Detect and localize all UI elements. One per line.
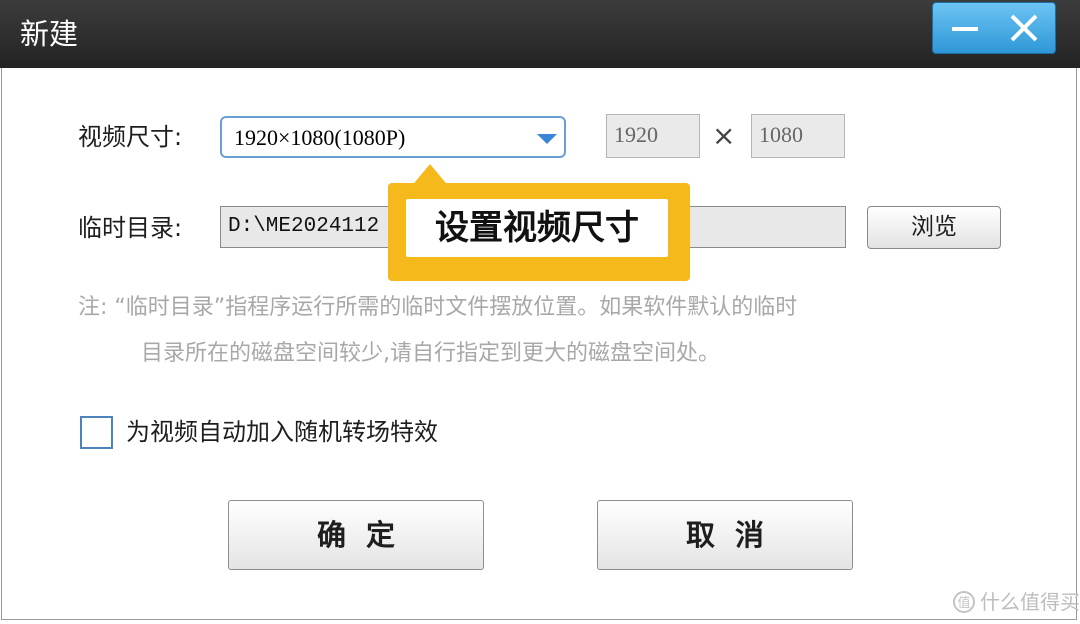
watermark-text: 什么值得买 <box>980 590 1080 614</box>
width-input[interactable]: 1920 <box>606 114 700 158</box>
browse-button[interactable]: 浏览 <box>867 206 1001 249</box>
dialog-title: 新建 <box>20 17 79 51</box>
minimize-icon <box>952 27 978 31</box>
minimize-button[interactable] <box>935 7 993 49</box>
note-line-2: 目录所在的磁盘空间较少,请自行指定到更大的磁盘空间处。 <box>141 341 720 366</box>
svg-text:值: 值 <box>957 595 970 611</box>
height-input[interactable]: 1080 <box>751 114 845 158</box>
callout-text: 设置视频尺寸 <box>435 208 639 248</box>
ok-button[interactable]: 确定 <box>228 500 484 570</box>
temp-dir-label: 临时目录: <box>78 214 183 242</box>
video-size-label: 视频尺寸: <box>78 123 183 151</box>
callout-box: 设置视频尺寸 <box>406 199 668 257</box>
zhi-logo-icon: 值 <box>953 591 975 613</box>
size-callout: 设置视频尺寸 <box>388 183 690 281</box>
new-project-dialog: 新建 视频尺寸: 1920×1080(1080P) 1920 × 1080 临时… <box>0 0 1080 624</box>
window-controls <box>932 2 1056 54</box>
video-size-dropdown[interactable]: 1920×1080(1080P) <box>220 116 566 158</box>
transition-checkbox-label[interactable]: 为视频自动加入随机转场特效 <box>126 415 438 449</box>
cancel-button[interactable]: 取消 <box>597 500 853 570</box>
close-icon <box>1010 14 1038 42</box>
times-sign: × <box>712 119 736 152</box>
transition-checkbox[interactable] <box>80 416 113 449</box>
dropdown-arrow-icon[interactable] <box>536 132 558 146</box>
close-button[interactable] <box>995 7 1053 49</box>
note-line-1: 注: “临时目录”指程序运行所需的临时文件摆放位置。如果软件默认的临时 <box>78 295 798 320</box>
video-size-value: 1920×1080(1080P) <box>234 125 406 150</box>
title-bar[interactable]: 新建 <box>0 0 1080 68</box>
